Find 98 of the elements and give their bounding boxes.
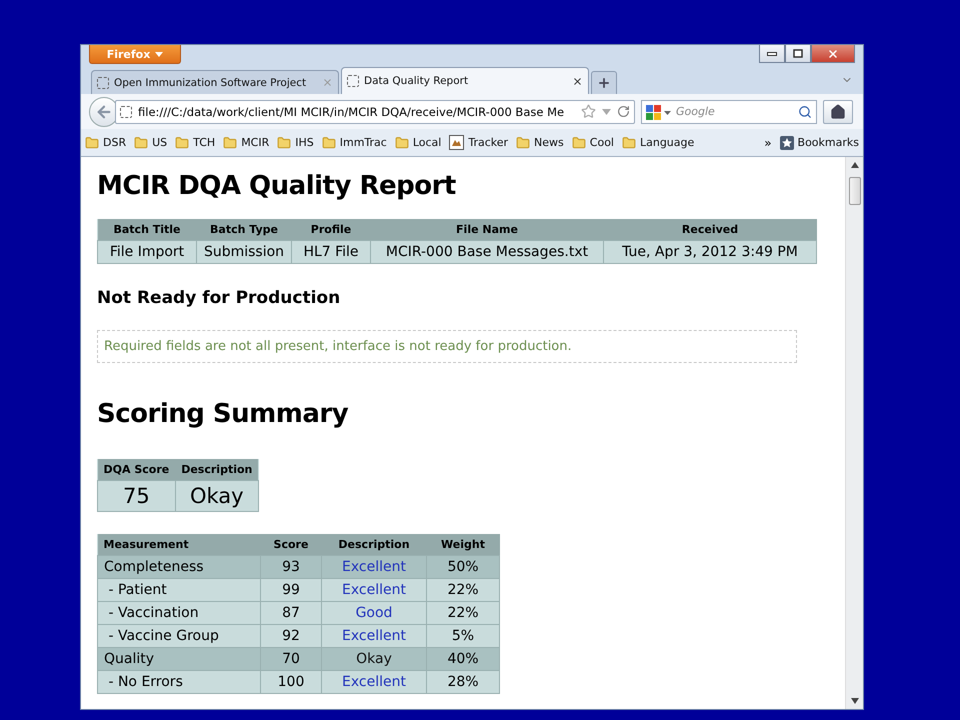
column-header: Profile (292, 219, 370, 240)
bookmark[interactable]: Tracker (449, 135, 508, 150)
table-cell: 99 (260, 578, 322, 602)
column-header: Batch Type (196, 219, 292, 240)
bookmark[interactable]: ImmTrac (322, 136, 387, 150)
column-header: Description (322, 534, 426, 556)
folder-icon (175, 136, 190, 150)
plus-icon (597, 76, 611, 90)
browser-tab[interactable]: Open Immunization Software Project (91, 70, 339, 94)
table-cell: - Vaccine Group (98, 624, 260, 648)
section-title: Scoring Summary (97, 399, 350, 429)
table-cell: Okay (175, 480, 258, 512)
search-icon[interactable] (798, 104, 812, 118)
bookmark[interactable]: TCH (175, 136, 216, 150)
more-bookmarks-button[interactable]: » (764, 136, 772, 150)
table-cell: 50% (426, 556, 500, 578)
home-button[interactable] (823, 100, 853, 124)
table-cell: 92 (260, 624, 322, 648)
column-header: Measurement (98, 534, 260, 556)
bookmark[interactable]: Language (622, 136, 694, 150)
bookmark[interactable]: DSR (85, 136, 126, 150)
column-header: Description (175, 459, 258, 480)
table-cell: - No Errors (98, 670, 260, 694)
table-cell: 100 (260, 670, 322, 694)
table-cell: 5% (426, 624, 500, 648)
column-header: DQA Score (98, 459, 176, 480)
page-icon (97, 76, 109, 88)
table-cell: Completeness (98, 556, 260, 578)
column-header: File Name (370, 219, 604, 240)
description-link[interactable]: Good (356, 605, 392, 621)
folder-icon (85, 136, 99, 150)
table-cell: 22% (426, 602, 500, 624)
description-text: Okay (356, 651, 392, 667)
column-header: Weight (426, 534, 500, 556)
table-cell: 40% (426, 648, 500, 670)
search-field[interactable]: Google (641, 100, 817, 124)
table-cell: File Import (98, 240, 196, 264)
star-icon[interactable] (581, 104, 596, 119)
bookmark[interactable]: News (516, 136, 564, 150)
table-cell: Quality (98, 648, 260, 670)
bookmarks-menu-button[interactable]: Bookmarks (780, 136, 859, 150)
table-cell: Tue, Apr 3, 2012 3:49 PM (604, 240, 816, 264)
caret-icon (155, 52, 164, 56)
star-icon (780, 136, 794, 150)
description-link[interactable]: Excellent (342, 628, 406, 644)
table-cell: - Patient (98, 578, 260, 602)
table-cell: 75 (98, 480, 176, 512)
page-icon (120, 106, 132, 118)
folder-icon (622, 136, 636, 150)
folder-icon (572, 136, 586, 150)
close-button[interactable] (811, 45, 855, 63)
browser-tab[interactable]: Data Quality Report (341, 67, 589, 94)
restore-icon (793, 49, 803, 58)
table-cell: - Vaccination (98, 602, 260, 624)
reload-icon[interactable] (617, 105, 630, 118)
table-cell: 70 (260, 648, 322, 670)
table-cell: 93 (260, 556, 322, 578)
new-tab-button[interactable] (591, 71, 617, 94)
address-field[interactable]: file:///C:/data/work/client/MI MCIR/in/MCIR DQA/receive/MCIR-000 Base Me (115, 100, 635, 124)
column-header: Batch Title (98, 219, 196, 240)
bookmark[interactable]: Local (394, 136, 442, 150)
status-message: Required fields are not all present, interface is not ready for production. (97, 330, 797, 363)
folder-icon (223, 136, 238, 150)
folder-icon (394, 136, 409, 150)
bookmark[interactable]: IHS (277, 136, 314, 150)
bookmark[interactable]: MCIR (223, 136, 270, 150)
table-cell: 87 (260, 602, 322, 624)
scroll-down-icon[interactable] (850, 698, 858, 704)
minimize-button[interactable] (759, 45, 785, 63)
folder-icon (134, 136, 148, 150)
search-engine-icon[interactable] (646, 104, 672, 120)
table-cell: Submission (196, 240, 292, 264)
description-link[interactable]: Excellent (342, 582, 406, 598)
folder-icon (516, 136, 530, 150)
scroll-thumb[interactable] (848, 177, 860, 205)
image-icon (449, 135, 464, 150)
folder-icon (277, 136, 292, 150)
close-icon[interactable] (572, 76, 583, 86)
scroll-up-icon[interactable] (850, 162, 858, 168)
table-cell: 22% (426, 578, 500, 602)
status-heading: Not Ready for Production (97, 288, 342, 308)
page-title: MCIR DQA Quality Report (97, 171, 457, 201)
minimize-icon (767, 52, 777, 56)
bookmark[interactable]: Cool (572, 136, 614, 150)
description-link[interactable]: Excellent (342, 559, 406, 575)
close-icon (827, 48, 839, 60)
home-icon (830, 104, 846, 120)
description-link[interactable]: Excellent (342, 674, 406, 690)
column-header: Score (260, 534, 322, 556)
folder-icon (322, 136, 336, 150)
scrollbar[interactable] (845, 157, 863, 709)
table-cell: 28% (426, 670, 500, 694)
column-header: Received (604, 219, 816, 240)
restore-button[interactable] (785, 45, 811, 63)
page-icon (347, 75, 359, 87)
bookmark[interactable]: US (134, 136, 168, 150)
table-cell: HL7 File (292, 240, 370, 264)
table-cell: MCIR-000 Base Messages.txt (370, 240, 604, 264)
